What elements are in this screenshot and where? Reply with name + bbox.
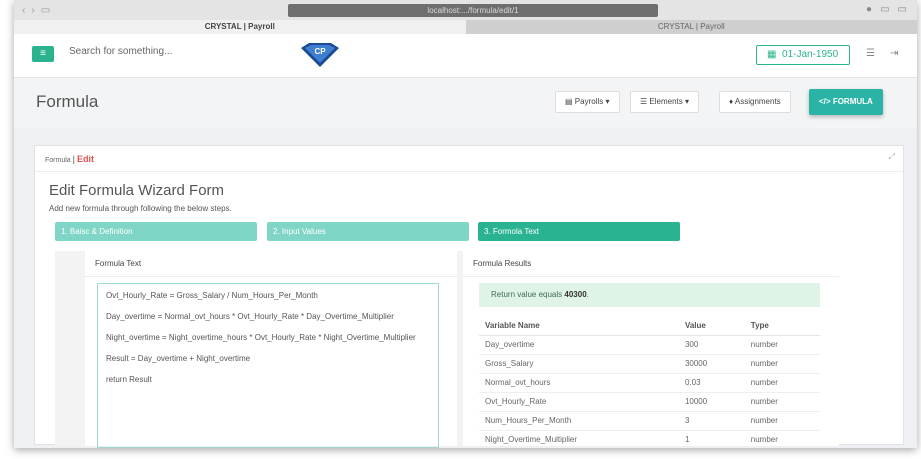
- list-icon: ☰: [640, 97, 648, 106]
- variable-name: Gross_Salary: [479, 354, 679, 374]
- variable-name: Day_overtime: [479, 335, 679, 355]
- result-alert: Return value equals 40300.: [479, 283, 820, 307]
- calendar-icon: ▦: [767, 49, 777, 60]
- table-row: Ovt_Hourly_Rate 10000 number: [479, 392, 820, 412]
- variable-value: 300: [678, 335, 745, 355]
- browser-window: ‹ › ▭ localhost:.../formula/edit/1 ● ▭ ▭…: [14, 0, 917, 448]
- menu-button[interactable]: ≡: [32, 46, 54, 62]
- variable-type: number: [744, 411, 820, 431]
- variable-type: number: [744, 354, 820, 374]
- formula-line: Ovt_Hourly_Rate = Gross_Salary / Num_Hou…: [106, 291, 318, 300]
- formula-text-heading: Formula Text: [85, 251, 457, 277]
- breadcrumb: Formula | Edit: [35, 146, 903, 172]
- payrolls-dropdown[interactable]: ▤ Payrolls ▾: [555, 91, 620, 113]
- app-header: ≡ Search for something... CP ▦ 01-Jan-19…: [14, 34, 917, 78]
- payrolls-label: Payrolls ▾: [574, 97, 610, 106]
- column-header-type: Type: [744, 317, 820, 336]
- variable-name: Ovt_Hourly_Rate: [479, 392, 679, 412]
- date-picker-button[interactable]: ▦ 01-Jan-1950: [756, 45, 850, 65]
- search-input[interactable]: Search for something...: [69, 46, 172, 57]
- wizard-body: Formula Text Ovt_Hourly_Rate = Gross_Sal…: [55, 251, 839, 448]
- close-icon[interactable]: ▭: [898, 4, 907, 15]
- pin-icon: ♦: [729, 97, 734, 106]
- formula-text-panel: Formula Text Ovt_Hourly_Rate = Gross_Sal…: [85, 251, 457, 448]
- variable-name: Night_Overtime_Multiplier: [479, 430, 679, 448]
- hamburger-icon: ≡: [40, 48, 46, 59]
- page-title-bar: Formula ▤ Payrolls ▾ ☰ Elements ▾ ♦ Assi…: [14, 78, 917, 128]
- wizard-step-3[interactable]: 3. Formola Text: [478, 222, 680, 241]
- elements-dropdown[interactable]: ☰ Elements ▾: [630, 91, 699, 113]
- table-header-row: Variable Name Value Type: [479, 317, 820, 336]
- elements-label: Elements ▾: [649, 97, 689, 106]
- browser-tab-active[interactable]: CRYSTAL | Payroll: [14, 20, 466, 34]
- logo-text: CP: [314, 47, 326, 56]
- back-icon[interactable]: ‹: [22, 5, 25, 16]
- variables-table: Variable Name Value Type Day_overtime 30…: [479, 317, 820, 448]
- variable-name: Normal_ovt_hours: [479, 373, 679, 393]
- formula-line: return Result: [106, 375, 152, 384]
- table-row: Gross_Salary 30000 number: [479, 354, 820, 374]
- page-title: Formula: [36, 92, 99, 111]
- breadcrumb-root[interactable]: Formula: [45, 157, 71, 164]
- assignments-button[interactable]: ♦ Assignments: [719, 91, 791, 113]
- settings-icon[interactable]: ●: [866, 4, 872, 15]
- formula-editor[interactable]: Ovt_Hourly_Rate = Gross_Salary / Num_Hou…: [97, 283, 439, 448]
- wizard-step-2[interactable]: 2. Input Values: [267, 222, 469, 241]
- variable-value: 10000: [678, 392, 745, 412]
- formula-label: FORMULA: [832, 97, 873, 106]
- formula-line: Day_overtime = Normal_ovt_hours * Ovt_Ho…: [106, 312, 394, 321]
- column-header-variable: Variable Name: [479, 317, 679, 336]
- variable-type: number: [744, 392, 820, 412]
- wizard-subtitle: Add new formula through following the be…: [49, 204, 232, 213]
- notifications-icon[interactable]: ☰: [866, 48, 875, 59]
- table-row: Num_Hours_Per_Month 3 number: [479, 411, 820, 431]
- breadcrumb-separator: |: [72, 154, 75, 164]
- column-header-value: Value: [678, 317, 745, 336]
- wizard-step-1[interactable]: 1. Baisc & Definition: [55, 222, 257, 241]
- variable-value: 3: [678, 411, 745, 431]
- variable-name: Num_Hours_Per_Month: [479, 411, 679, 431]
- forward-icon[interactable]: ›: [31, 5, 34, 16]
- result-prefix: Return value equals: [491, 290, 565, 299]
- code-icon: </>: [819, 97, 831, 106]
- wizard-title: Edit Formula Wizard Form: [49, 182, 225, 199]
- table-row: Day_overtime 300 number: [479, 335, 820, 355]
- variable-value: 1: [678, 430, 745, 448]
- crystal-logo: CP: [301, 43, 339, 67]
- formula-line: Night_overtime = Night_overtime_hours * …: [106, 333, 416, 342]
- formula-card: Formula | Edit ⤢ Edit Formula Wizard For…: [34, 145, 904, 448]
- result-suffix: .: [586, 290, 589, 299]
- table-row: Normal_ovt_hours 0.03 number: [479, 373, 820, 393]
- assignments-label: Assignments: [734, 97, 781, 106]
- window-controls: ● ▭ ▭: [866, 4, 907, 15]
- formula-results-panel: Formula Results Return value equals 4030…: [463, 251, 839, 448]
- formula-line: Result = Day_overtime + Night_overtime: [106, 354, 251, 363]
- variable-type: number: [744, 430, 820, 448]
- current-date: 01-Jan-1950: [782, 49, 839, 60]
- table-row: Night_Overtime_Multiplier 1 number: [479, 430, 820, 448]
- breadcrumb-current: Edit: [76, 154, 94, 164]
- variable-type: number: [744, 335, 820, 355]
- formula-results-heading: Formula Results: [463, 251, 839, 277]
- address-bar[interactable]: localhost:.../formula/edit/1: [288, 4, 658, 17]
- minimize-icon[interactable]: ▭: [880, 4, 889, 15]
- variable-type: number: [744, 373, 820, 393]
- expand-icon[interactable]: ⤢: [889, 152, 895, 162]
- result-value: 40300: [564, 290, 587, 299]
- document-icon: ▤: [565, 97, 573, 106]
- browser-chrome: ‹ › ▭ localhost:.../formula/edit/1 ● ▭ ▭…: [14, 0, 917, 34]
- formula-button[interactable]: </> FORMULA: [809, 89, 883, 115]
- variable-value: 30000: [678, 354, 745, 374]
- reload-icon[interactable]: ▭: [41, 5, 50, 16]
- browser-nav: ‹ › ▭: [22, 5, 102, 16]
- variable-value: 0.03: [678, 373, 745, 393]
- browser-tab[interactable]: CRYSTAL | Payroll: [465, 20, 917, 34]
- logout-icon[interactable]: ⇥: [890, 48, 898, 59]
